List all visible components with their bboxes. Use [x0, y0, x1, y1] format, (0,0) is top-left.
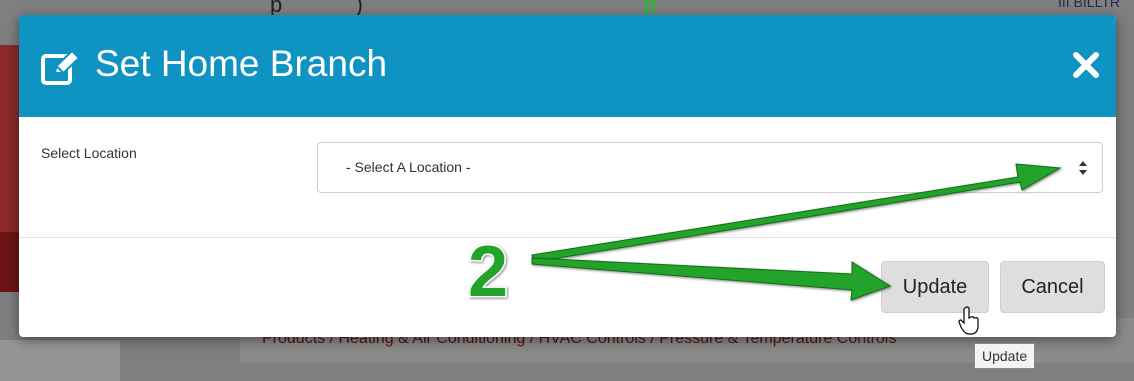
select-location-label: Select Location — [41, 145, 137, 161]
background-panel — [0, 340, 120, 381]
edit-icon — [41, 49, 81, 91]
modal-footer: Update Cancel — [19, 238, 1116, 337]
close-button[interactable] — [1066, 47, 1106, 87]
cancel-button[interactable]: Cancel — [1000, 261, 1105, 313]
set-home-branch-modal: Set Home Branch Select Location - Select… — [19, 15, 1116, 337]
location-select-value: - Select A Location - — [346, 159, 471, 175]
modal-header: Set Home Branch — [19, 15, 1116, 117]
close-icon — [1072, 51, 1100, 84]
modal-body: Select Location - Select A Location - — [19, 117, 1116, 238]
sort-caret-icon — [1078, 160, 1088, 181]
location-select[interactable]: - Select A Location - — [317, 142, 1103, 193]
update-tooltip: Update — [974, 343, 1036, 369]
modal-title: Set Home Branch — [95, 43, 388, 84]
hand-cursor-icon — [958, 306, 980, 341]
background-account-link: III BILLTR — [1058, 0, 1120, 10]
